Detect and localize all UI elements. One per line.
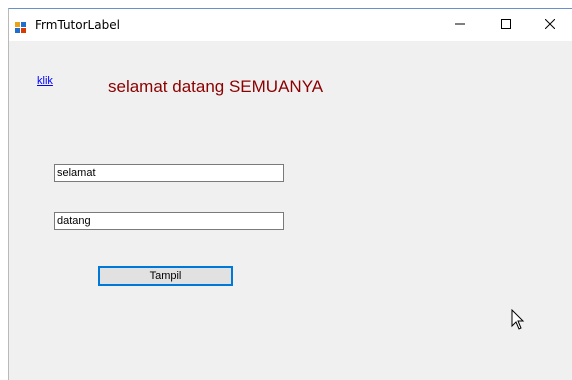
window-title: FrmTutorLabel — [35, 18, 120, 32]
minimize-button[interactable] — [437, 9, 483, 41]
maximize-button[interactable] — [483, 9, 529, 41]
close-icon — [544, 16, 556, 34]
form-window: FrmTutorLabel klik selamat datang SEMUAN… — [8, 8, 572, 380]
greeting-label: selamat datang SEMUANYA — [108, 77, 324, 96]
app-icon — [15, 20, 26, 33]
minimize-icon — [455, 16, 465, 34]
textbox-1[interactable] — [54, 164, 284, 182]
title-bar[interactable]: FrmTutorLabel — [9, 9, 572, 41]
textbox-2[interactable] — [54, 212, 284, 230]
klik-link[interactable]: klik — [37, 75, 53, 87]
maximize-icon — [501, 16, 511, 34]
close-button[interactable] — [527, 9, 572, 41]
tampil-button[interactable]: Tampil — [98, 266, 233, 286]
mouse-pointer-icon — [511, 308, 525, 331]
